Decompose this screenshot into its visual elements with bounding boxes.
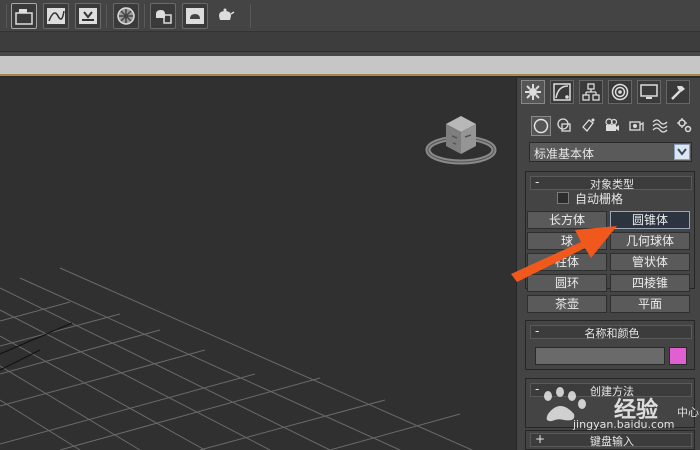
teapot-button[interactable]: 茶壶 [527, 295, 607, 313]
rollout-title: 键盘输入 [590, 435, 634, 448]
plane-button[interactable]: 平面 [610, 295, 690, 313]
toolbar-strip [0, 32, 700, 52]
lights-icon [582, 118, 595, 132]
layer-manager-icon [15, 9, 33, 25]
autogrid-checkbox[interactable] [557, 192, 569, 204]
object-color-swatch[interactable] [669, 347, 687, 365]
autogrid-label: 自动栅格 [575, 192, 624, 206]
layer-manager-button[interactable] [11, 3, 37, 29]
shapes-button[interactable] [555, 116, 575, 136]
viewport-label-bar [0, 56, 700, 76]
keyboard-entry-rollout-header[interactable]: + 键盘输入 [530, 432, 692, 448]
systems-button[interactable] [675, 116, 695, 136]
lights-button[interactable] [579, 116, 599, 136]
tab-utilities[interactable] [666, 80, 690, 104]
tab-motion[interactable] [608, 80, 632, 104]
render-production-button[interactable] [214, 3, 240, 29]
category-dropdown[interactable]: 标准基本体 [529, 142, 692, 162]
hierarchy-tab-icon [582, 83, 600, 101]
toolbar-separator [144, 4, 145, 28]
schematic-view-icon [79, 8, 97, 24]
chevron-down-icon [677, 148, 687, 156]
toolbar-separator [106, 4, 107, 28]
category-value: 标准基本体 [534, 147, 595, 161]
shapes-icon [557, 118, 571, 132]
utilities-tab-icon [671, 86, 685, 100]
tab-hierarchy[interactable] [579, 80, 603, 104]
tab-display[interactable] [637, 80, 661, 104]
object-name-input[interactable] [535, 347, 665, 365]
modify-tab-icon [553, 83, 571, 101]
curve-editor-button[interactable] [43, 3, 69, 29]
geometry-icon [533, 118, 549, 134]
curve-editor-icon [47, 8, 65, 24]
cameras-button[interactable] [603, 116, 623, 136]
render-setup-icon [156, 10, 172, 24]
create-tab-icon [525, 84, 541, 100]
keyboard-entry-rollout: + 键盘输入 [525, 430, 695, 450]
systems-icon [677, 118, 692, 133]
rendered-frame-window-button[interactable] [182, 3, 208, 29]
toolbar-separator [6, 4, 7, 28]
name-color-rollout-header[interactable]: - 名称和颜色 [530, 324, 692, 340]
dropdown-arrow[interactable] [674, 144, 690, 160]
cameras-icon [605, 118, 619, 131]
geometry-button[interactable] [531, 116, 551, 136]
rendered-frame-window-icon [186, 8, 204, 24]
helpers-button[interactable] [627, 116, 647, 136]
material-editor-icon [117, 7, 135, 25]
render-setup-button[interactable] [150, 3, 176, 29]
helpers-icon [629, 121, 644, 131]
space-warps-icon [652, 119, 668, 133]
viewcube-icon[interactable] [420, 108, 500, 188]
motion-tab-icon [611, 83, 629, 101]
material-editor-button[interactable] [113, 3, 139, 29]
toolbar-separator [250, 4, 251, 28]
tab-create[interactable] [521, 80, 545, 104]
render-production-icon [219, 8, 235, 20]
tab-modify[interactable] [550, 80, 574, 104]
space-warps-button[interactable] [651, 116, 671, 136]
display-tab-icon [640, 84, 658, 99]
perspective-viewport[interactable] [0, 78, 516, 450]
main-toolbar [0, 0, 700, 32]
rollout-title: 名称和颜色 [584, 327, 640, 340]
annotation-arrow-icon [511, 226, 617, 282]
schematic-view-button[interactable] [75, 3, 101, 29]
watermark-url: jingyan.baidu.com [573, 418, 675, 431]
object-type-rollout-header[interactable]: - 对象类型 [530, 175, 692, 191]
